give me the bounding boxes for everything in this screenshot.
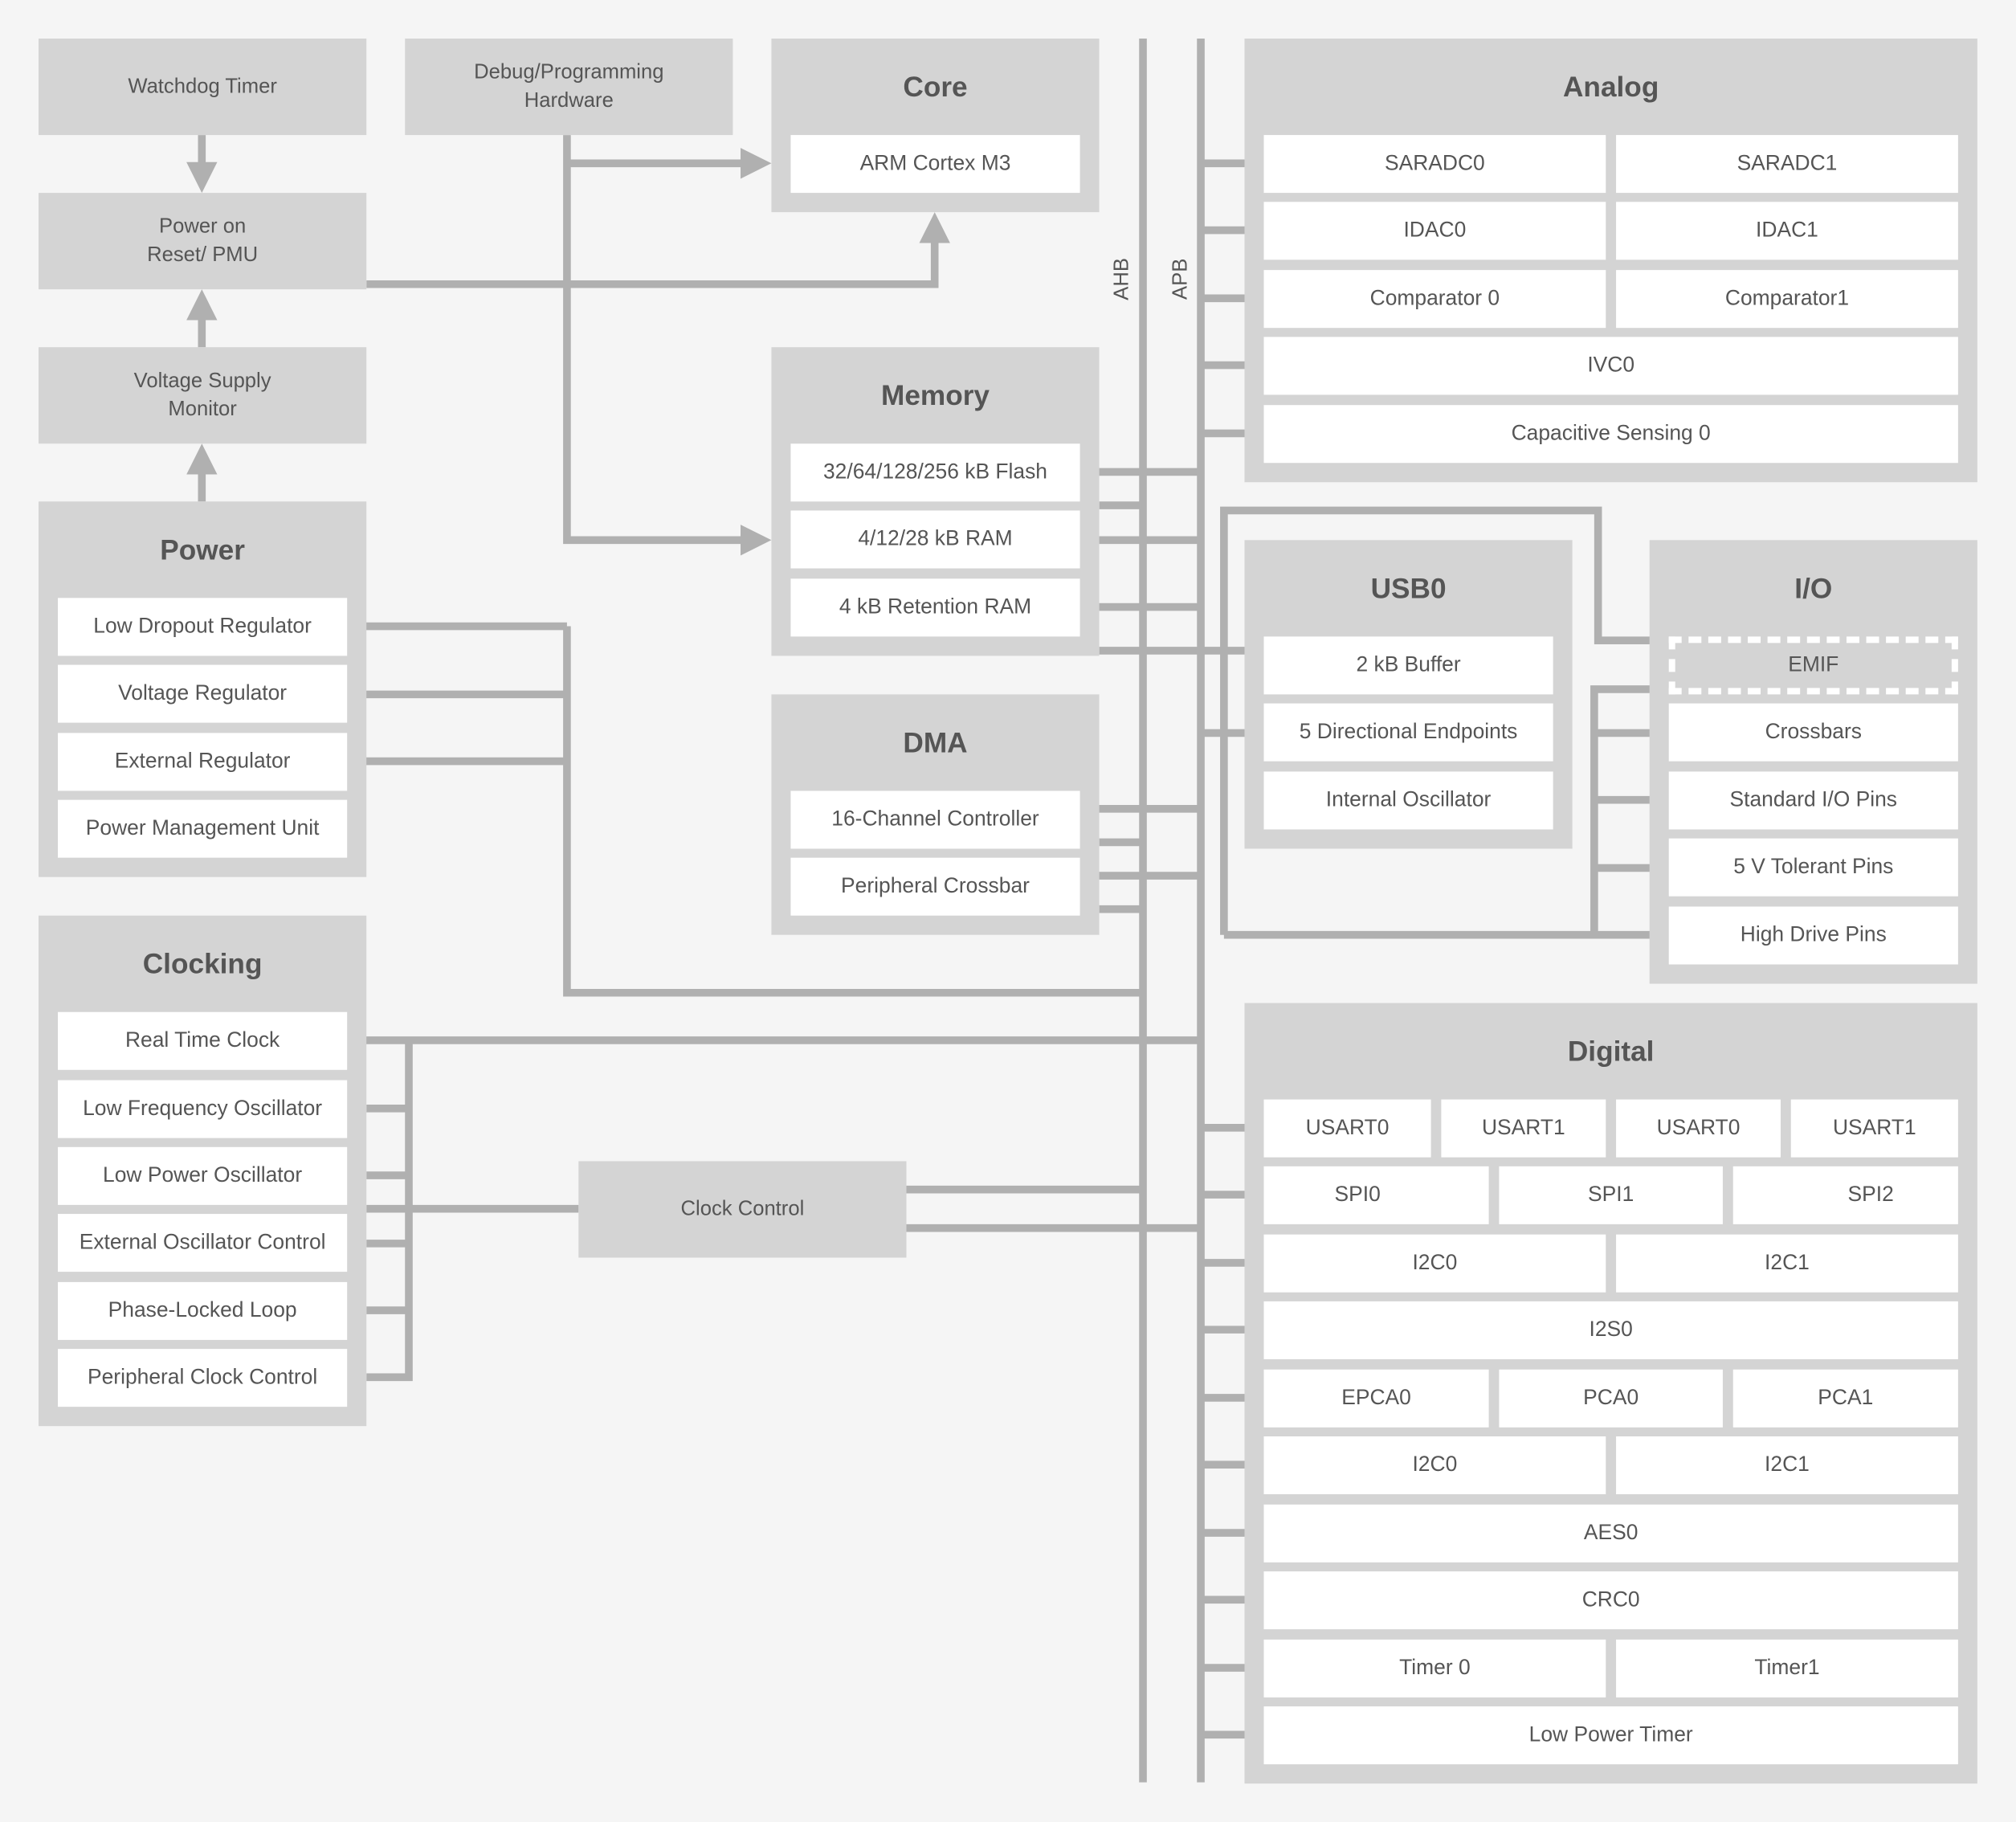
analog-block: Analog SARADC0 SARADC1 IDAC0 IDAC1 Compa… (1244, 39, 1977, 483)
digital-item: I2C1 (1616, 1436, 1958, 1495)
analog-title: Analog (1563, 71, 1659, 104)
block-diagram: AHB APB Watchdog Timer Debug/Programming… (0, 0, 2016, 1822)
io-item-emif: EMIF (1668, 636, 1958, 695)
dma-item: 16-Channel Controller (790, 790, 1080, 849)
analog-item: Capacitive Sensing 0 (1263, 405, 1958, 464)
core-block: Core ARM Cortex M3 (771, 39, 1100, 213)
digital-item: USART1 (1790, 1099, 1958, 1158)
io-block: I/O EMIF Crossbars Standard I/O Pins 5 V… (1649, 540, 1977, 984)
io-title: I/O (1794, 572, 1833, 605)
apb-label: APB (1169, 258, 1192, 300)
digital-item: I2C0 (1263, 1234, 1606, 1293)
digital-item: USART0 (1616, 1099, 1781, 1158)
clocking-title: Clocking (142, 947, 263, 980)
usb0-item: 5 Directional Endpoints (1263, 703, 1553, 762)
usb0-item: Internal Oscillator (1263, 771, 1553, 830)
watchdog-timer-block: Watchdog Timer (39, 39, 367, 136)
digital-item: SPI0 (1263, 1166, 1489, 1224)
core-item: ARM Cortex M3 (790, 135, 1080, 194)
digital-item: CRC0 (1263, 1571, 1958, 1630)
digital-item: PCA1 (1732, 1369, 1958, 1428)
digital-item: Low Power Timer (1263, 1706, 1958, 1765)
analog-item: Comparator 0 (1263, 270, 1606, 329)
memory-block: Memory 32/64/128/256 kB Flash 4/12/28 kB… (771, 347, 1100, 656)
digital-item: PCA0 (1499, 1369, 1723, 1428)
digital-item: USART0 (1263, 1099, 1431, 1158)
clocking-item: Low Frequency Oscillator (58, 1080, 348, 1138)
digital-block: Digital USART0 USART1 USART0 USART1 SPI0… (1244, 1003, 1977, 1784)
digital-item: I2S0 (1263, 1301, 1958, 1359)
power-title: Power (160, 533, 245, 566)
analog-item: SARADC0 (1263, 135, 1606, 194)
digital-item: I2C0 (1263, 1436, 1606, 1495)
digital-item: USART1 (1441, 1099, 1606, 1158)
memory-item: 4 kB Retention RAM (790, 578, 1080, 637)
voltage-supply-monitor-block: Voltage Supply Monitor (39, 347, 367, 444)
io-item: High Drive Pins (1668, 906, 1958, 965)
digital-item: I2C1 (1616, 1234, 1958, 1293)
ahb-label: AHB (1111, 258, 1133, 300)
analog-item: Comparator1 (1616, 270, 1958, 329)
usb0-block: USB0 2 kB Buffer 5 Directional Endpoints… (1244, 540, 1573, 849)
digital-item: AES0 (1263, 1504, 1958, 1563)
analog-item: IVC0 (1263, 337, 1958, 395)
digital-item: Timer1 (1616, 1639, 1958, 1697)
analog-item: SARADC1 (1616, 135, 1958, 194)
power-item: External Regulator (58, 733, 348, 791)
io-item: Standard I/O Pins (1668, 771, 1958, 830)
analog-item: IDAC0 (1263, 202, 1606, 260)
memory-item: 32/64/128/256 kB Flash (790, 443, 1080, 502)
usb0-item: 2 kB Buffer (1263, 636, 1553, 695)
memory-item: 4/12/28 kB RAM (790, 510, 1080, 569)
power-item: Power Management Unit (58, 799, 348, 858)
dma-block: DMA 16-Channel Controller Peripheral Cro… (771, 694, 1100, 935)
debug-block: Debug/Programming Hardware (405, 39, 733, 136)
power-item: Voltage Regulator (58, 664, 348, 723)
usb0-title: USB0 (1370, 572, 1447, 605)
core-title: Core (903, 71, 968, 104)
digital-title: Digital (1567, 1035, 1655, 1068)
dma-title: DMA (903, 726, 968, 759)
power-item: Low Dropout Regulator (58, 598, 348, 656)
digital-item: SPI1 (1499, 1166, 1723, 1224)
dma-item: Peripheral Crossbar (790, 857, 1080, 916)
digital-item: Timer 0 (1263, 1639, 1606, 1697)
clocking-block: Clocking Real Time Clock Low Frequency O… (39, 915, 367, 1427)
digital-item: SPI2 (1732, 1166, 1958, 1224)
clocking-item: Phase-Locked Loop (58, 1281, 348, 1340)
clocking-item: Low Power Oscillator (58, 1146, 348, 1205)
clocking-item: External Oscillator Control (58, 1214, 348, 1273)
clock-control-block: Clock Control (578, 1161, 907, 1258)
power-on-reset-block: Power on Reset/ PMU (39, 193, 367, 290)
memory-title: Memory (880, 379, 990, 412)
clocking-item: Real Time Clock (58, 1011, 348, 1070)
power-block: Power Low Dropout Regulator Voltage Regu… (39, 501, 367, 877)
analog-item: IDAC1 (1616, 202, 1958, 260)
io-item: 5 V Tolerant Pins (1668, 838, 1958, 897)
digital-item: EPCA0 (1263, 1369, 1489, 1428)
io-item: Crossbars (1668, 703, 1958, 762)
clocking-item: Peripheral Clock Control (58, 1349, 348, 1407)
